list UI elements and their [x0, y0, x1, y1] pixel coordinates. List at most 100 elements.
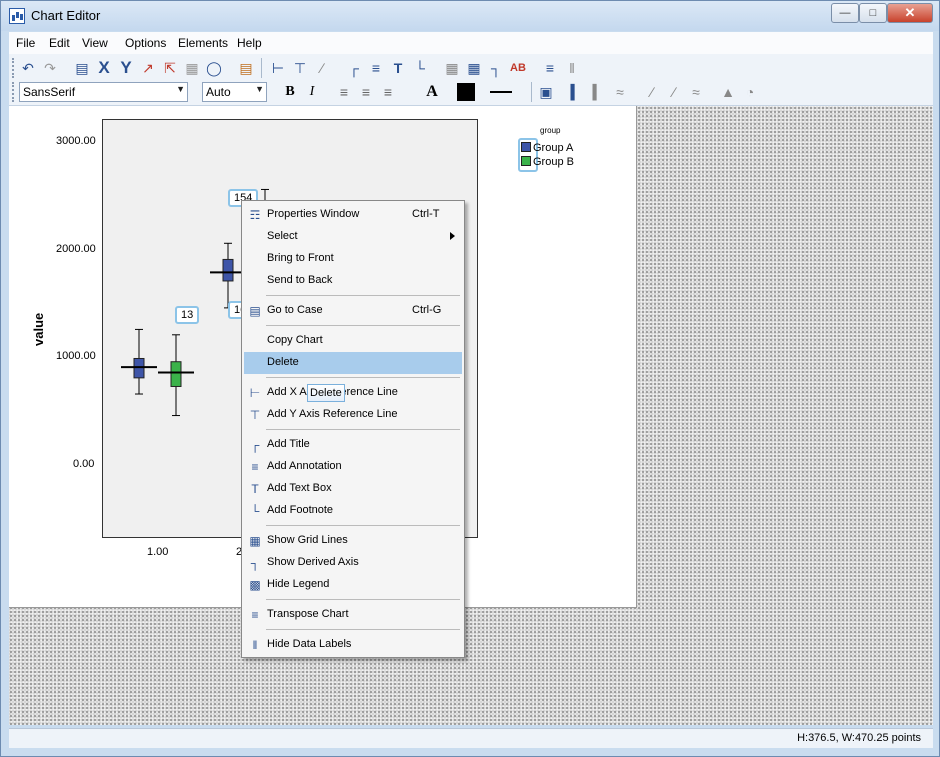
annotation-icon[interactable]: ≡ — [366, 58, 386, 78]
context-menu-item[interactable]: ⊤ Add Y Axis Reference Line — [244, 404, 462, 426]
context-menu-label: Add Title — [267, 438, 310, 450]
menu-separator — [266, 429, 460, 430]
box[interactable] — [170, 361, 182, 387]
x-axis-icon[interactable]: X — [94, 58, 114, 78]
grid-icon[interactable]: ▦ — [464, 58, 484, 78]
maximize-button[interactable]: □ — [859, 3, 887, 23]
context-menu-item[interactable]: Bring to Front — [244, 248, 462, 270]
go-to-case-icon[interactable]: ▤ — [236, 58, 256, 78]
legend-entry-group-b[interactable]: Group B — [521, 156, 574, 168]
histogram-icon[interactable]: ▍ — [588, 82, 608, 102]
italic-button[interactable]: I — [302, 82, 322, 102]
align-left-icon[interactable]: ≡ — [334, 82, 354, 102]
derived-axis-icon[interactable]: ┐ — [486, 58, 506, 78]
lasso-icon[interactable]: ◯ — [204, 58, 224, 78]
fit-line-icon[interactable]: ∕ — [664, 82, 684, 102]
pie-icon[interactable]: ◔ — [740, 82, 760, 102]
bold-button[interactable]: B — [280, 82, 300, 102]
menu-separator — [266, 599, 460, 600]
transpose-icon[interactable]: ≡ — [540, 58, 560, 78]
transpose-icon: ≡ — [251, 608, 259, 622]
area-icon[interactable]: ▲ — [718, 82, 738, 102]
equation-line-icon[interactable]: ∕ — [312, 58, 332, 78]
menu-help[interactable]: Help — [237, 36, 262, 50]
annotation-icon: ≡ — [251, 460, 259, 474]
undo-icon[interactable]: ↶ — [18, 58, 38, 78]
context-menu-label: Add Annotation — [267, 460, 342, 472]
context-menu-item[interactable]: Delete — [244, 352, 462, 374]
context-menu-label: Delete — [267, 356, 299, 368]
font-combo[interactable]: SansSerif ▼ — [19, 82, 188, 102]
fill-color-swatch[interactable] — [457, 83, 475, 101]
text-color-button[interactable]: A — [422, 82, 442, 102]
context-menu-item[interactable]: ‖ Hide Data Labels — [244, 634, 462, 656]
text-box-icon: T — [251, 482, 259, 496]
toolbar-grip[interactable] — [12, 58, 15, 78]
context-menu-item[interactable]: Select — [244, 226, 462, 248]
context-menu-item[interactable]: ┌ Add Title — [244, 434, 462, 456]
footnote-icon[interactable]: └ — [410, 58, 430, 78]
context-menu-item[interactable]: Send to Back — [244, 270, 462, 292]
chevron-down-icon: ▼ — [255, 84, 264, 94]
close-button[interactable]: ✕ — [887, 3, 933, 23]
menu-elements[interactable]: Elements — [178, 36, 228, 50]
context-menu-item[interactable]: ┐ Show Derived Axis — [244, 552, 462, 574]
minimize-button[interactable]: — — [831, 3, 859, 23]
text-box-icon[interactable]: T — [388, 58, 408, 78]
context-menu-label: Hide Data Labels — [267, 638, 352, 650]
context-menu-item[interactable]: ▤ Go to Case Ctrl-G — [244, 300, 462, 322]
footnote-icon: └ — [250, 504, 260, 518]
scale-icon[interactable]: ↗ — [138, 58, 158, 78]
context-menu-item[interactable]: Copy Chart — [244, 330, 462, 352]
line-chart-icon[interactable]: ≈ — [610, 82, 630, 102]
context-menu-label: Select — [267, 230, 298, 242]
status-bar: H:376.5, W:470.25 points — [9, 728, 933, 748]
menu-view[interactable]: View — [82, 36, 108, 50]
menu-options[interactable]: Options — [125, 36, 166, 50]
menu-edit[interactable]: Edit — [49, 36, 70, 50]
properties-window-icon[interactable]: ▤ — [72, 58, 92, 78]
align-right-icon[interactable]: ≡ — [378, 82, 398, 102]
grid-lines-icon[interactable]: ▦ — [442, 58, 462, 78]
data-label[interactable]: 13 — [175, 306, 200, 324]
legend-icon: ▩ — [249, 578, 261, 592]
box[interactable] — [133, 357, 145, 379]
redo-icon[interactable]: ↷ — [40, 58, 60, 78]
menu-separator — [266, 295, 460, 296]
format-toolbar-grip[interactable] — [12, 82, 15, 102]
x-reference-line-icon[interactable]: ⊢ — [268, 58, 288, 78]
context-menu-label: Add Text Box — [267, 482, 332, 494]
data-labels-icon: ‖ — [252, 638, 258, 652]
align-center-icon[interactable]: ≡ — [356, 82, 376, 102]
context-menu-item[interactable]: ⊢Add X Axis Reference Line — [244, 382, 462, 404]
box[interactable] — [222, 258, 234, 282]
menu-file[interactable]: File — [16, 36, 35, 50]
font-value: SansSerif — [23, 85, 76, 99]
size-combo[interactable]: Auto ▼ — [202, 82, 267, 102]
scatter-icon[interactable]: ∕ — [642, 82, 662, 102]
context-menu-item[interactable]: ▩ Hide Legend — [244, 574, 462, 596]
menu-separator — [266, 525, 460, 526]
context-menu-label: Add Footnote — [267, 504, 334, 516]
title-icon[interactable]: ┌ — [344, 58, 364, 78]
size-value: Auto — [206, 85, 231, 99]
line-style-icon[interactable] — [490, 91, 512, 93]
legend-icon[interactable]: AB — [508, 58, 528, 78]
bounding-box-icon[interactable]: ▣ — [536, 82, 556, 102]
legend-entry-group-a[interactable]: Group A — [521, 142, 573, 154]
context-menu-item[interactable]: ≡ Add Annotation — [244, 456, 462, 478]
interpolation-icon[interactable]: ≈ — [686, 82, 706, 102]
y-axis-icon[interactable]: Y — [116, 58, 136, 78]
resize-icon[interactable]: ⇱ — [160, 58, 180, 78]
context-menu-item[interactable]: ▦ Show Grid Lines — [244, 530, 462, 552]
bar-chart-icon[interactable]: ▍ — [566, 82, 586, 102]
context-menu-item[interactable]: T Add Text Box — [244, 478, 462, 500]
context-menu-label: Show Grid Lines — [267, 534, 348, 546]
context-menu-item[interactable]: └ Add Footnote — [244, 500, 462, 522]
bin-icon[interactable]: ▦ — [182, 58, 202, 78]
context-menu-item[interactable]: ≡ Transpose Chart — [244, 604, 462, 626]
context-menu-item[interactable]: ☶ Properties Window Ctrl-T — [244, 204, 462, 226]
data-labels-icon[interactable]: ‖ — [562, 58, 582, 78]
x-reference-line-icon: ⊢ — [249, 386, 261, 400]
y-reference-line-icon[interactable]: ⊤ — [290, 58, 310, 78]
